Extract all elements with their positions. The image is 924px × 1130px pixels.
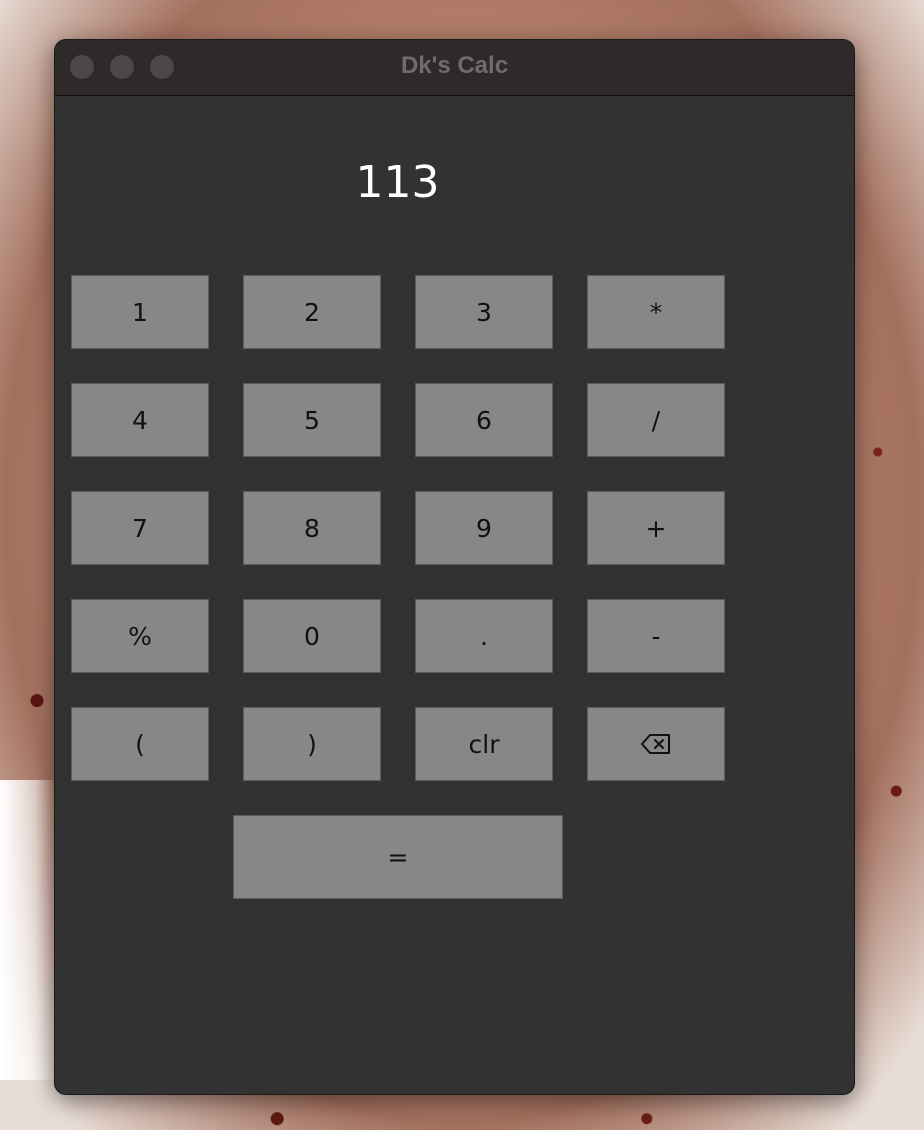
key-label: ( xyxy=(135,729,145,759)
key-4[interactable]: 4 xyxy=(71,383,209,457)
key-open-paren[interactable]: ( xyxy=(71,707,209,781)
key-label: 5 xyxy=(304,405,320,435)
key-7[interactable]: 7 xyxy=(71,491,209,565)
title-bar[interactable]: Dk's Calc xyxy=(55,40,854,96)
key-decimal[interactable]: . xyxy=(415,599,553,673)
key-equals[interactable]: = xyxy=(233,815,563,899)
key-add[interactable]: + xyxy=(587,491,725,565)
key-label: % xyxy=(128,621,152,651)
key-9[interactable]: 9 xyxy=(415,491,553,565)
key-label: 2 xyxy=(304,297,320,327)
key-0[interactable]: 0 xyxy=(243,599,381,673)
key-label: / xyxy=(651,405,661,435)
key-divide[interactable]: / xyxy=(587,383,725,457)
key-label: 1 xyxy=(132,297,148,327)
key-2[interactable]: 2 xyxy=(243,275,381,349)
key-backspace[interactable] xyxy=(587,707,725,781)
key-label: + xyxy=(645,513,667,543)
key-label: . xyxy=(480,621,488,651)
key-label: ) xyxy=(307,729,317,759)
key-6[interactable]: 6 xyxy=(415,383,553,457)
key-8[interactable]: 8 xyxy=(243,491,381,565)
key-percent[interactable]: % xyxy=(71,599,209,673)
key-label: 8 xyxy=(304,513,320,543)
key-close-paren[interactable]: ) xyxy=(243,707,381,781)
key-label: 6 xyxy=(476,405,492,435)
background-photo-fade xyxy=(0,780,60,1080)
key-multiply[interactable]: * xyxy=(587,275,725,349)
key-label: 7 xyxy=(132,513,148,543)
key-label: 3 xyxy=(476,297,492,327)
backspace-icon xyxy=(641,734,671,754)
key-subtract[interactable]: - xyxy=(587,599,725,673)
window-title: Dk's Calc xyxy=(400,52,509,79)
key-label: = xyxy=(387,842,409,872)
key-label: 0 xyxy=(304,621,320,651)
key-clear[interactable]: clr xyxy=(415,707,553,781)
key-label: clr xyxy=(468,729,500,759)
calculator-window: Dk's Calc 113 1 2 3 * 4 5 6 / 7 8 9 + % … xyxy=(54,39,855,1095)
result-display: 113 xyxy=(355,157,440,208)
key-5[interactable]: 5 xyxy=(243,383,381,457)
key-label: 4 xyxy=(132,405,148,435)
key-1[interactable]: 1 xyxy=(71,275,209,349)
key-label: * xyxy=(649,297,663,327)
key-label: - xyxy=(651,621,661,651)
key-3[interactable]: 3 xyxy=(415,275,553,349)
key-label: 9 xyxy=(476,513,492,543)
